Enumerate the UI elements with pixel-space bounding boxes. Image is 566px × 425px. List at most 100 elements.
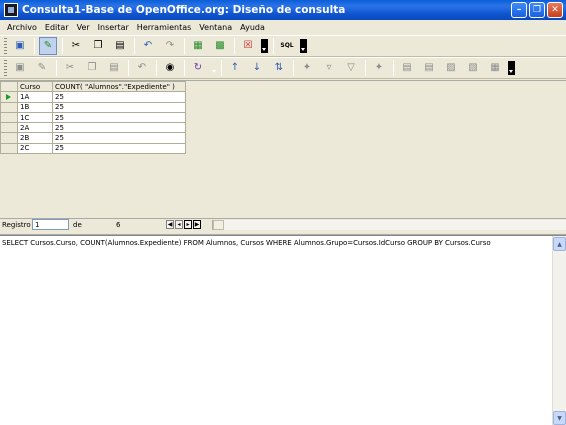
data-source-icon[interactable]: ▧ xyxy=(464,59,482,77)
edit-mode-icon[interactable]: ✎ xyxy=(39,37,57,55)
toolbar-dropdown[interactable] xyxy=(261,39,268,53)
table-row[interactable]: 1C 25 xyxy=(0,111,186,124)
standard-filter-icon[interactable]: ▽ xyxy=(342,59,360,77)
run-sql-icon[interactable]: SQL xyxy=(278,37,296,55)
menu-archivo[interactable]: Archivo xyxy=(3,23,41,32)
table-row[interactable]: 2B 25 xyxy=(0,132,186,144)
row-header[interactable] xyxy=(0,91,18,103)
title-bar[interactable]: Consulta1-Base de OpenOffice.org: Diseño… xyxy=(0,0,566,20)
menu-ventana[interactable]: Ventana xyxy=(195,23,236,32)
table-row[interactable]: 1A 25 xyxy=(0,91,186,103)
last-record-icon[interactable]: ▶ xyxy=(193,220,201,229)
cell-count[interactable]: 25 xyxy=(52,101,186,113)
menu-herramientas[interactable]: Herramientas xyxy=(133,23,196,32)
paste-icon[interactable]: ▤ xyxy=(111,37,129,55)
cell-count[interactable]: 25 xyxy=(52,91,186,103)
toolbar-dropdown[interactable] xyxy=(300,39,307,53)
data-to-text-icon[interactable]: ▤ xyxy=(398,59,416,77)
menu-ver[interactable]: Ver xyxy=(73,23,94,32)
copy-icon[interactable]: ❐ xyxy=(83,59,101,77)
menu-ayuda[interactable]: Ayuda xyxy=(236,23,269,32)
undo-icon[interactable]: ↶ xyxy=(133,59,151,77)
row-header[interactable] xyxy=(0,111,18,124)
row-header[interactable] xyxy=(0,122,18,134)
table-data-toolbar: ▣ ✎ ✂ ❐ ▤ ↶ ◉ ↻ ↑ ↓ ⇅ ✦ ▿ ▽ ✦ ▤ ▤ ▨ ▧ ▦ xyxy=(0,57,566,79)
horizontal-scrollbar[interactable] xyxy=(212,220,566,230)
record-number-input[interactable]: 1 xyxy=(32,219,69,230)
scroll-left-icon[interactable] xyxy=(213,220,224,230)
toolbar-dropdown[interactable] xyxy=(508,61,515,75)
cell-count[interactable]: 25 xyxy=(52,132,186,144)
undo-icon[interactable]: ↶ xyxy=(139,37,157,55)
toolbar-grip[interactable] xyxy=(4,60,7,76)
apply-filter-icon[interactable]: ▿ xyxy=(320,59,338,77)
clear-query-icon[interactable]: ☒ xyxy=(239,37,257,55)
record-of-label: de xyxy=(73,220,82,229)
previous-record-icon[interactable]: ◂ xyxy=(175,220,183,229)
minimize-icon[interactable]: – xyxy=(511,2,527,18)
cell-curso[interactable]: 2C xyxy=(17,142,53,155)
toolbar-separator xyxy=(365,60,366,76)
cell-count[interactable]: 25 xyxy=(52,122,186,134)
row-header[interactable] xyxy=(0,101,18,113)
sql-query-text[interactable]: SELECT Cursos.Curso, COUNT(Alumnos.Exped… xyxy=(2,239,491,247)
cell-curso[interactable]: 1A xyxy=(17,91,53,103)
cell-curso[interactable]: 1B xyxy=(17,101,53,113)
scroll-track[interactable] xyxy=(224,220,566,230)
cell-curso[interactable]: 2B xyxy=(17,132,53,144)
toolbar-separator xyxy=(221,60,222,76)
row-header[interactable] xyxy=(0,142,18,155)
copy-icon[interactable]: ❐ xyxy=(89,37,107,55)
restore-icon[interactable]: ❐ xyxy=(529,2,545,18)
column-header-count[interactable]: COUNT( "Alumnos"."Expediente" ) xyxy=(52,80,186,93)
explorer-icon[interactable]: ▦ xyxy=(486,59,504,77)
row-header[interactable] xyxy=(0,132,18,144)
toolbar-dropdown[interactable] xyxy=(211,61,216,75)
cut-icon[interactable]: ✂ xyxy=(61,59,79,77)
save-icon[interactable]: ▣ xyxy=(11,37,29,55)
vertical-scrollbar[interactable]: ▲ ▼ xyxy=(552,236,566,425)
data-to-fields-icon[interactable]: ▤ xyxy=(420,59,438,77)
grid-corner[interactable] xyxy=(0,80,18,93)
sort-ascending-icon[interactable]: ↑ xyxy=(226,59,244,77)
toolbar-grip[interactable] xyxy=(4,38,7,54)
find-record-icon[interactable]: ◉ xyxy=(161,59,179,77)
refresh-icon[interactable]: ↻ xyxy=(189,59,207,77)
menu-insertar[interactable]: Insertar xyxy=(94,23,133,32)
paste-icon[interactable]: ▤ xyxy=(105,59,123,77)
column-header-curso[interactable]: Curso xyxy=(17,80,53,93)
results-table[interactable]: Curso COUNT( "Alumnos"."Expediente" ) 1A… xyxy=(0,80,186,155)
edit-data-icon[interactable]: ✎ xyxy=(33,59,51,77)
window-title: Consulta1-Base de OpenOffice.org: Diseño… xyxy=(22,4,346,16)
functions-icon[interactable]: ▩ xyxy=(211,37,229,55)
table-row[interactable]: 1B 25 xyxy=(0,101,186,113)
autofilter-icon[interactable]: ✦ xyxy=(298,59,316,77)
redo-icon[interactable]: ↷ xyxy=(161,37,179,55)
cell-curso[interactable]: 2A xyxy=(17,122,53,134)
table-row[interactable]: 2A 25 xyxy=(0,122,186,134)
add-table-icon[interactable]: ▦ xyxy=(189,37,207,55)
table-row[interactable]: 2C 25 xyxy=(0,142,186,155)
scroll-down-icon[interactable]: ▼ xyxy=(553,411,566,425)
cell-count[interactable]: 25 xyxy=(52,142,186,155)
toolbar-separator xyxy=(134,38,135,54)
sort-descending-icon[interactable]: ↓ xyxy=(248,59,266,77)
toolbar-separator xyxy=(62,38,63,54)
cell-curso[interactable]: 1C xyxy=(17,111,53,124)
first-record-icon[interactable]: ◀ xyxy=(166,220,174,229)
standard-toolbar: ▣ ✎ ✂ ❐ ▤ ↶ ↷ ▦ ▩ ☒ SQL xyxy=(0,35,566,57)
mail-merge-icon[interactable]: ▨ xyxy=(442,59,460,77)
cell-count[interactable]: 25 xyxy=(52,111,186,124)
cut-icon[interactable]: ✂ xyxy=(67,37,85,55)
save-record-icon[interactable]: ▣ xyxy=(11,59,29,77)
sql-editor[interactable]: SELECT Cursos.Curso, COUNT(Alumnos.Exped… xyxy=(0,235,566,425)
record-total: 6 xyxy=(116,220,121,229)
sql-label: SQL xyxy=(280,42,294,49)
remove-filter-icon[interactable]: ✦ xyxy=(370,59,388,77)
record-label: Registro xyxy=(2,220,31,229)
next-record-icon[interactable]: ▸ xyxy=(184,220,192,229)
close-icon[interactable]: ✕ xyxy=(547,2,563,18)
sort-icon[interactable]: ⇅ xyxy=(270,59,288,77)
menu-editar[interactable]: Editar xyxy=(41,23,73,32)
scroll-up-icon[interactable]: ▲ xyxy=(553,237,566,251)
